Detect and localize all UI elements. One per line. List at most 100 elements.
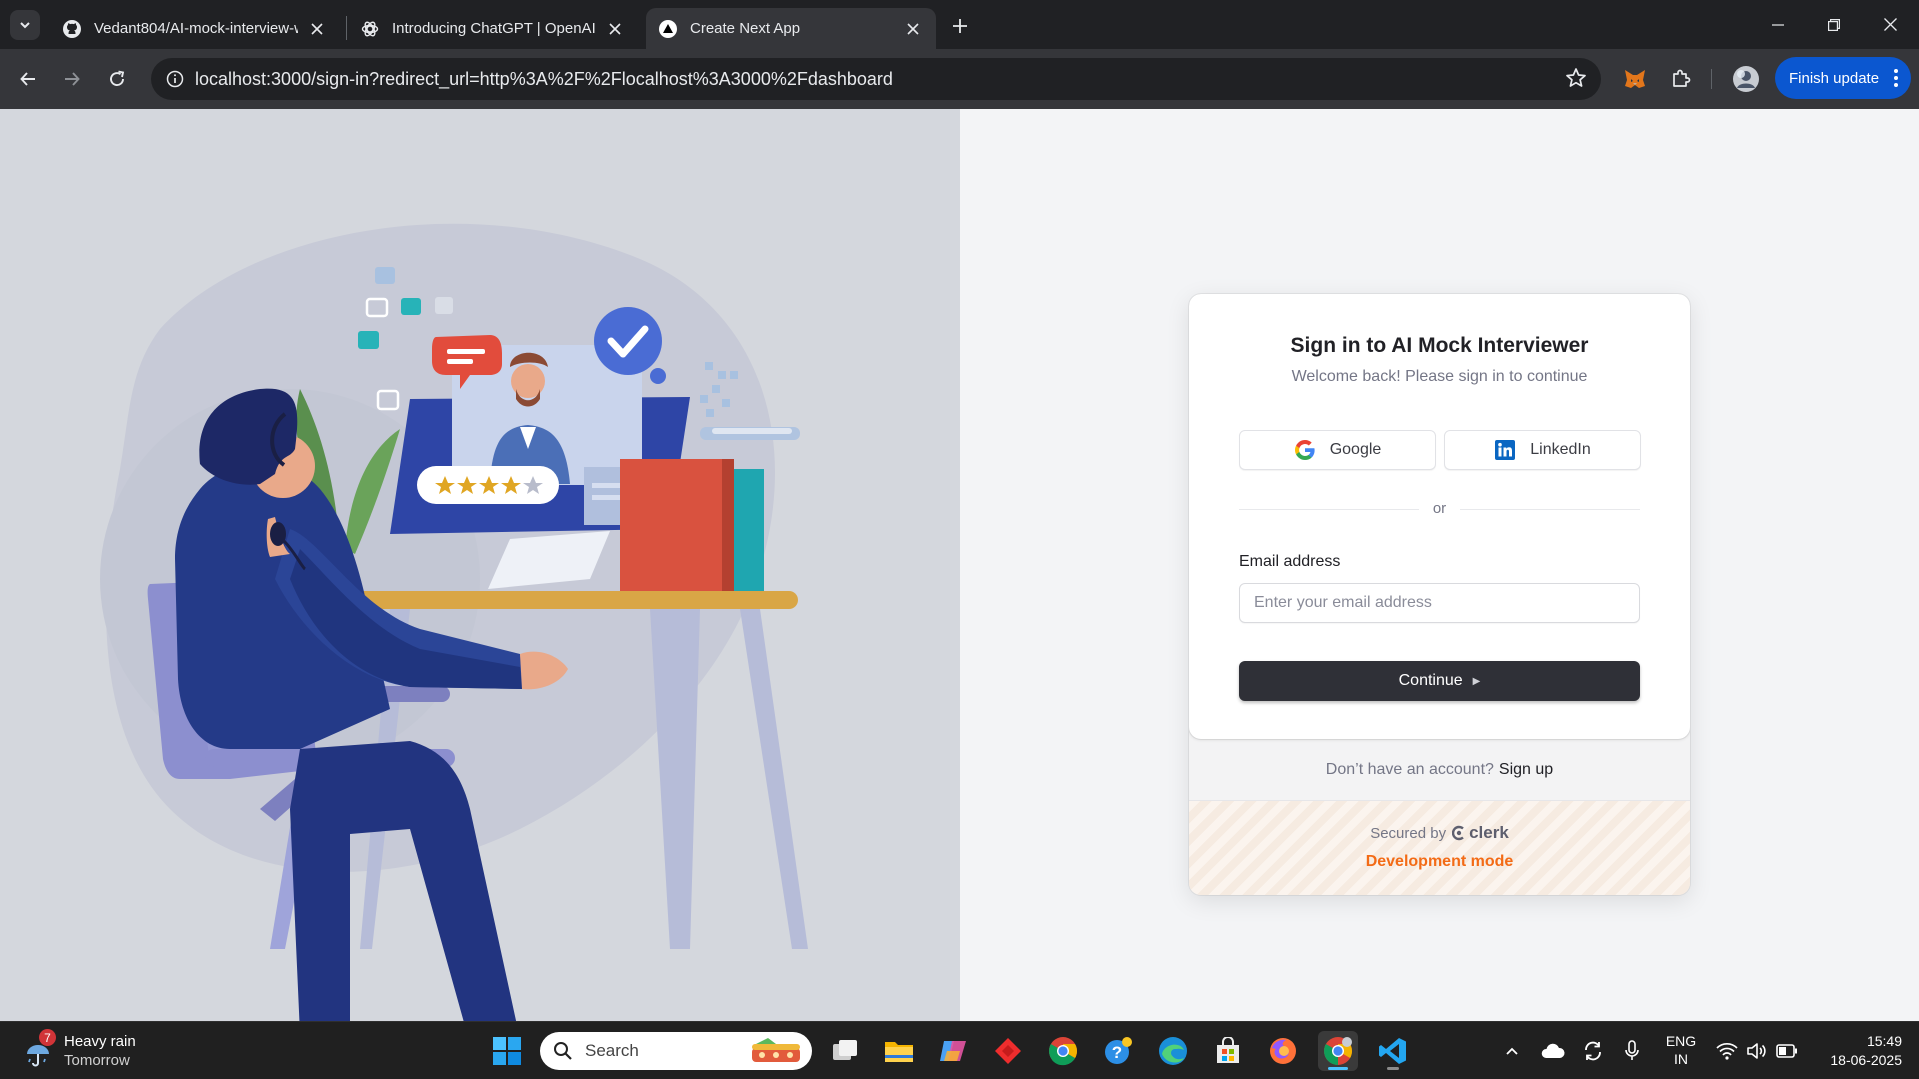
close-icon[interactable] [902, 18, 924, 40]
signin-panel: Sign in to AI Mock Interviewer Welcome b… [960, 109, 1919, 1021]
weather-alert-badge: 7 [39, 1029, 56, 1046]
github-icon [62, 19, 82, 39]
google-label: Google [1329, 441, 1382, 458]
chrome-icon [1049, 1037, 1077, 1066]
sync-icon [1585, 1041, 1601, 1061]
weather-widget[interactable]: 7 Heavy rain Tomorrow [22, 1029, 162, 1072]
tab-title: Create Next App [690, 20, 801, 37]
firefox-icon [1270, 1038, 1296, 1064]
metamask-extension-icon[interactable] [1619, 63, 1651, 95]
minimize-icon [1772, 23, 1784, 26]
email-input[interactable] [1239, 583, 1640, 623]
tab-openai[interactable]: Introducing ChatGPT | OpenAI [348, 8, 638, 49]
folder-icon [885, 1042, 913, 1062]
browser-tab-strip: Vedant804/AI-mock-interview-w Introducin… [0, 0, 1919, 49]
close-icon [1883, 18, 1897, 31]
start-button[interactable] [487, 1031, 527, 1071]
bookmark-star-icon[interactable] [1565, 67, 1587, 94]
close-window-button[interactable] [1862, 0, 1918, 49]
reload-button[interactable] [101, 63, 133, 95]
weather-title: Heavy rain [64, 1033, 136, 1050]
secured-by-text: Secured by [1370, 824, 1447, 842]
linkedin-icon [1494, 439, 1516, 461]
signup-link[interactable]: Sign up [1499, 761, 1553, 779]
clerk-wordmark: clerk [1469, 823, 1509, 842]
site-info-icon[interactable] [155, 58, 195, 100]
dev-mode-banner: Secured by clerk Development mode [1189, 801, 1690, 895]
linkedin-signin-button[interactable]: LinkedIn [1444, 430, 1641, 470]
toolbar-divider [1711, 69, 1712, 89]
svg-text:?: ? [1112, 1043, 1122, 1062]
tab-create-next-app[interactable]: Create Next App [646, 8, 936, 49]
finish-update-label: Finish update [1789, 69, 1880, 87]
plus-icon [953, 19, 967, 33]
tab-github[interactable]: Vedant804/AI-mock-interview-w [50, 8, 340, 49]
search-highlight-icon [746, 1036, 804, 1071]
address-bar[interactable]: localhost:3000/sign-in?redirect_url=http… [151, 58, 1601, 100]
vscode-app[interactable] [1373, 1031, 1413, 1071]
microsoft-store-app[interactable] [1208, 1031, 1248, 1071]
reload-icon [110, 70, 125, 86]
anydesk-app[interactable] [988, 1031, 1028, 1071]
forward-button[interactable] [56, 63, 88, 95]
extensions-puzzle-icon[interactable] [1665, 63, 1697, 95]
back-button[interactable] [12, 63, 44, 95]
copilot-app[interactable] [933, 1031, 973, 1071]
signin-subtitle: Welcome back! Please sign in to continue [1291, 368, 1588, 385]
volume-tray[interactable] [1745, 1039, 1769, 1063]
more-options-icon[interactable] [1893, 68, 1899, 92]
tab-separator [346, 16, 347, 40]
task-view-icon [833, 1040, 857, 1060]
edge-app[interactable] [1153, 1031, 1193, 1071]
interview-illustration [100, 223, 808, 1021]
signup-footer: Don’t have an account? Sign up [1189, 739, 1690, 801]
finish-update-button[interactable]: Finish update [1775, 57, 1911, 99]
google-signin-button[interactable]: Google [1239, 430, 1436, 470]
minimize-button[interactable] [1750, 0, 1806, 49]
new-tab-button[interactable] [946, 12, 974, 40]
microphone-tray[interactable] [1620, 1039, 1644, 1063]
clerk-logo-icon[interactable] [1452, 825, 1466, 841]
onedrive-tray[interactable] [1541, 1039, 1565, 1063]
system-clock[interactable]: 15:49 18-06-2025 [1812, 1032, 1902, 1070]
sync-tray[interactable] [1581, 1039, 1605, 1063]
taskbar-search[interactable]: Search [540, 1032, 812, 1070]
show-hidden-icons-button[interactable] [1500, 1039, 1524, 1063]
help-app[interactable]: ? [1098, 1031, 1138, 1071]
input-language[interactable]: ENG IN [1663, 1032, 1699, 1068]
browser-toolbar: localhost:3000/sign-in?redirect_url=http… [0, 49, 1919, 109]
windows-taskbar: 7 Heavy rain Tomorrow Search ? ENG IN 15… [0, 1021, 1919, 1079]
nextjs-icon [658, 19, 678, 39]
chrome-app-active[interactable] [1318, 1031, 1358, 1071]
google-icon [1294, 439, 1316, 461]
openai-icon [360, 19, 380, 39]
caret-right-icon: ▶ [1472, 675, 1481, 687]
continue-label: Continue [1398, 672, 1463, 689]
continue-button[interactable]: Continue ▶ [1239, 661, 1640, 701]
file-explorer-app[interactable] [879, 1031, 919, 1071]
close-icon[interactable] [604, 18, 626, 40]
divider-line-right [1460, 509, 1640, 510]
address-url[interactable]: localhost:3000/sign-in?redirect_url=http… [195, 69, 893, 90]
linkedin-label: LinkedIn [1530, 441, 1591, 458]
profile-avatar[interactable] [1730, 63, 1762, 95]
chrome-app[interactable] [1043, 1031, 1083, 1071]
anydesk-icon [995, 1038, 1021, 1064]
wifi-icon [1716, 1042, 1738, 1060]
microphone-icon [1625, 1040, 1639, 1060]
clock-date: 18-06-2025 [1830, 1052, 1902, 1068]
chrome-icon [1324, 1037, 1352, 1065]
open-indicator [1387, 1067, 1399, 1070]
restore-button[interactable] [1806, 0, 1862, 49]
close-icon[interactable] [306, 18, 328, 40]
task-view-button[interactable] [825, 1031, 865, 1071]
active-indicator [1328, 1067, 1348, 1070]
firefox-app[interactable] [1263, 1031, 1303, 1071]
battery-tray[interactable] [1775, 1039, 1799, 1063]
windows-logo-icon [493, 1037, 521, 1065]
arrow-right-icon [65, 72, 80, 86]
network-tray[interactable] [1715, 1039, 1739, 1063]
vscode-icon [1379, 1038, 1406, 1064]
tab-search-button[interactable] [10, 10, 40, 40]
no-account-text: Don’t have an account? [1325, 760, 1494, 778]
